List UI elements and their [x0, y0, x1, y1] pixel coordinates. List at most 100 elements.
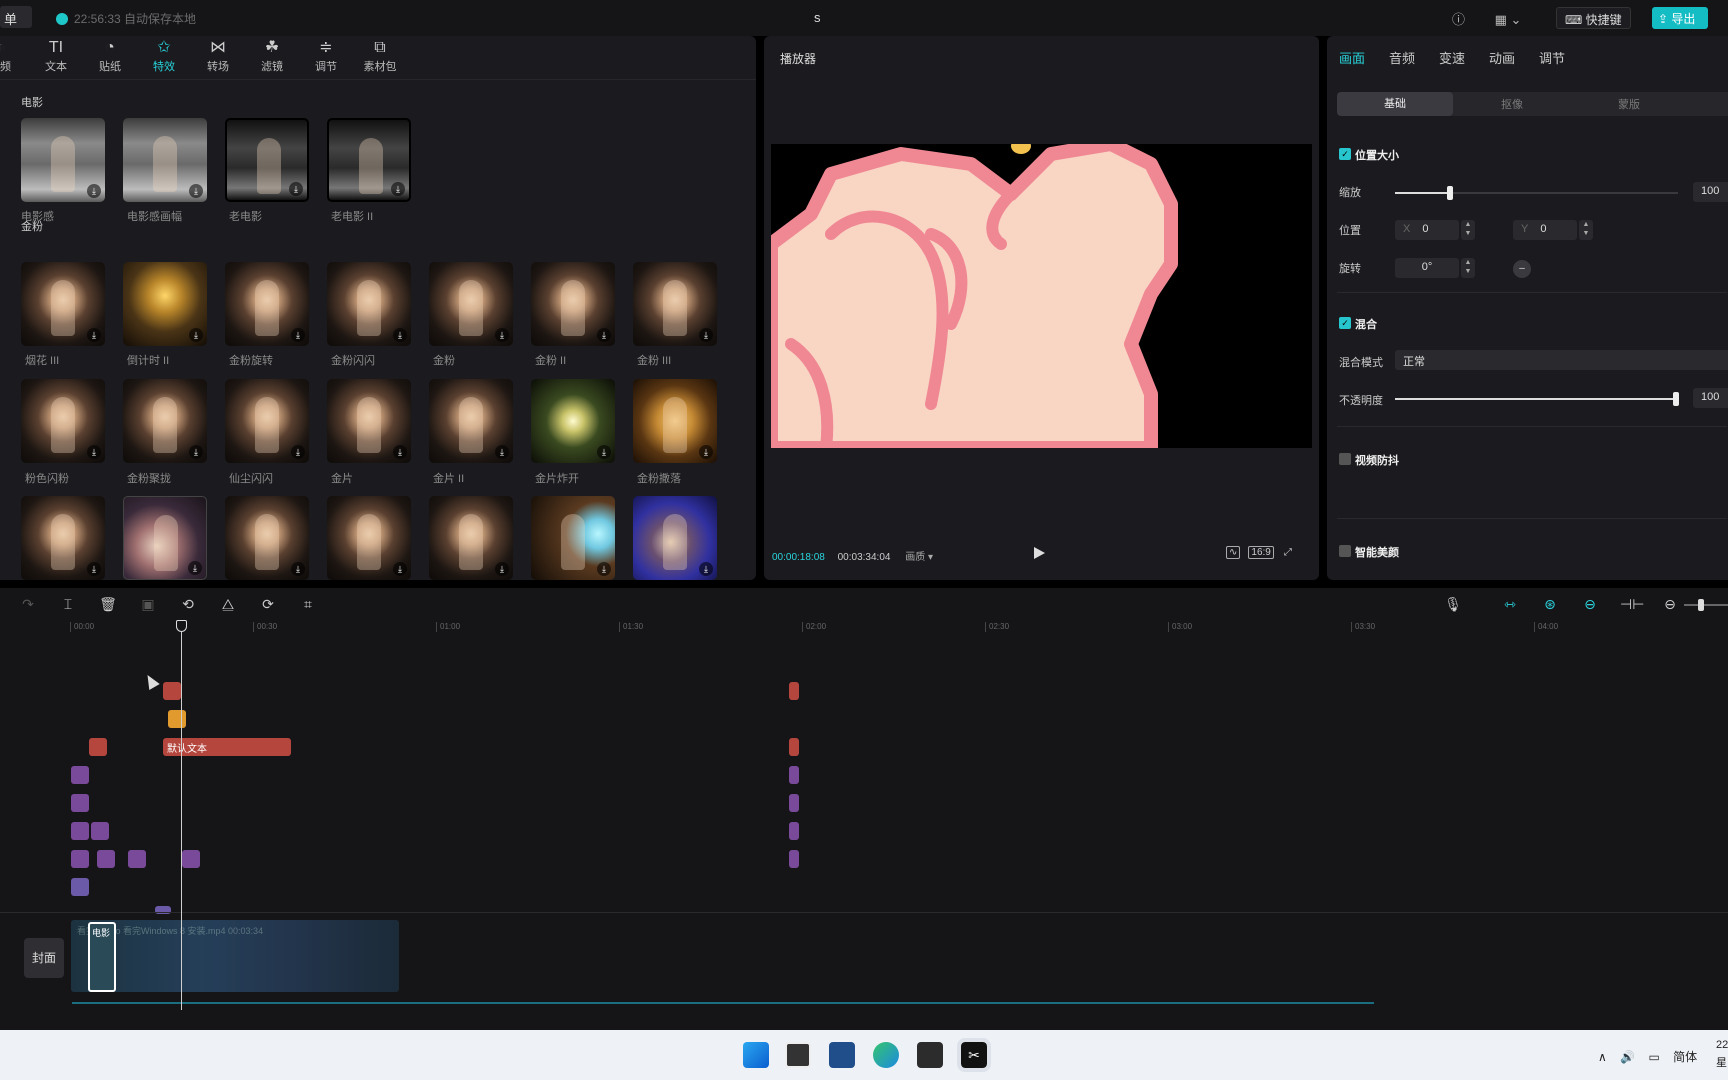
scale-input[interactable]: 100 — [1693, 182, 1728, 202]
tab-animation[interactable]: 动画 — [1489, 48, 1515, 67]
zoom-out-icon[interactable]: ⊖ — [1660, 594, 1680, 614]
timeline-clip[interactable] — [89, 738, 107, 756]
effect-clip[interactable] — [71, 850, 89, 868]
opacity-input[interactable]: 100 — [1693, 388, 1728, 408]
download-icon[interactable]: ⤓ — [189, 328, 203, 342]
tab-transition[interactable]: ⋈ 转场 — [194, 38, 242, 74]
download-icon[interactable]: ⤓ — [87, 184, 101, 198]
effect-thumb[interactable]: ⤓ — [21, 262, 105, 346]
download-icon[interactable]: ⤓ — [87, 562, 101, 576]
download-icon[interactable]: ⤓ — [393, 445, 407, 459]
magnet-icon[interactable]: ⇿ — [1500, 594, 1520, 614]
download-icon[interactable]: ⤓ — [597, 328, 611, 342]
playhead[interactable] — [181, 620, 182, 1010]
effect-thumb[interactable]: ⤓ — [633, 262, 717, 346]
timeline-clip[interactable] — [789, 682, 799, 700]
effect-thumb[interactable]: ⤓ — [429, 496, 513, 580]
preview-canvas[interactable] — [771, 144, 1312, 448]
preview-axis-icon[interactable]: ⊣⊢ — [1620, 594, 1644, 614]
task-view-icon[interactable] — [785, 1042, 811, 1068]
timeline-clip[interactable] — [163, 682, 181, 700]
download-icon[interactable]: ⤓ — [189, 184, 203, 198]
main-video-clip[interactable]: 看完Windo 看完Windows 8 安装.mp4 00:03:34 — [71, 920, 399, 992]
download-icon[interactable]: ⤓ — [189, 445, 203, 459]
blend-checkbox[interactable]: ✓ — [1339, 317, 1351, 329]
effect-thumb[interactable]: ⤓ — [225, 379, 309, 463]
download-icon[interactable]: ⤓ — [699, 328, 713, 342]
redo-icon[interactable]: ↷ — [18, 594, 38, 614]
quality-dropdown[interactable]: 画质 ▾ — [905, 552, 933, 563]
download-icon[interactable]: ⤓ — [495, 445, 509, 459]
effect-thumb[interactable]: ⤓ — [21, 496, 105, 580]
ratio-button[interactable]: 16:9 — [1248, 546, 1274, 559]
rotate-icon[interactable]: ⟳ — [258, 594, 278, 614]
effect-thumb[interactable]: ⤓ — [633, 379, 717, 463]
effect-thumb[interactable]: ⤓ — [225, 262, 309, 346]
effect-thumb[interactable]: ⤓ — [633, 496, 717, 580]
layout-icon[interactable]: ▦ ⌄ — [1495, 12, 1522, 27]
download-icon[interactable]: ⤓ — [291, 328, 305, 342]
crop-icon[interactable]: ⌗ — [298, 594, 318, 614]
mirror-icon[interactable]: ⧋ — [218, 594, 238, 614]
download-icon[interactable]: ⤓ — [289, 182, 303, 196]
position-y-stepper[interactable]: ▲ ▼ — [1579, 220, 1593, 240]
zoom-slider[interactable] — [1684, 599, 1728, 611]
download-icon[interactable]: ⤓ — [291, 445, 305, 459]
opacity-slider[interactable] — [1395, 392, 1679, 406]
download-icon[interactable]: ⤓ — [391, 182, 405, 196]
split-icon[interactable]: ⌶ — [58, 594, 78, 614]
effect-thumb[interactable]: ⤓ — [327, 496, 411, 580]
effect-clip[interactable] — [91, 822, 109, 840]
waveform-icon[interactable]: ∿ — [1226, 546, 1241, 559]
clock[interactable]: 22 星 — [1716, 1036, 1728, 1072]
stabilize-checkbox[interactable] — [1339, 453, 1351, 465]
effect-thumb[interactable]: ⤓ — [123, 379, 207, 463]
download-icon[interactable]: ⤓ — [495, 562, 509, 576]
effect-thumb[interactable]: ⤓ — [225, 118, 309, 202]
tab-asset-pack[interactable]: ⧉ 素材包 — [356, 38, 404, 74]
effect-clip[interactable] — [71, 766, 89, 784]
cover-button[interactable]: 封面 — [24, 938, 64, 978]
position-y-input[interactable]: Y0 — [1513, 220, 1577, 240]
effect-clip[interactable] — [789, 822, 799, 840]
effect-thumb[interactable]: ⤓ — [531, 379, 615, 463]
effect-clip[interactable] — [97, 850, 115, 868]
selected-clip[interactable]: 电影 — [88, 922, 116, 992]
edge-browser-icon[interactable] — [873, 1042, 899, 1068]
shortcut-button[interactable]: ⌨ 快捷键 — [1556, 7, 1631, 29]
effect-thumb[interactable]: ⤓ — [123, 262, 207, 346]
timeline[interactable]: 00:00 00:30 01:00 01:30 02:00 02:30 03:0… — [0, 620, 1728, 1030]
tab-text[interactable]: TI 文本 — [32, 38, 80, 74]
download-icon[interactable]: ⤓ — [393, 562, 407, 576]
effect-thumb[interactable]: ⤓ — [21, 118, 105, 202]
rotate-dial-icon[interactable]: – — [1513, 260, 1531, 278]
scale-slider-knob[interactable] — [1447, 186, 1453, 200]
tab-effects[interactable]: ✩ 特效 — [140, 38, 188, 74]
effect-thumb[interactable]: ⤓ — [327, 379, 411, 463]
zoom-slider-knob[interactable] — [1698, 599, 1704, 611]
tab-adjust[interactable]: ≑ 调节 — [302, 38, 350, 74]
microphone-icon[interactable]: 🎙 — [1443, 594, 1463, 614]
tab-filter[interactable]: ☘ 滤镜 — [248, 38, 296, 74]
position-size-checkbox[interactable]: ✓ — [1339, 148, 1351, 160]
blend-mode-select[interactable]: 正常 — [1395, 350, 1728, 370]
effect-thumb[interactable]: ⤓ — [531, 262, 615, 346]
effect-thumb[interactable]: ⤓ — [225, 496, 309, 580]
fullscreen-icon[interactable]: ⤢ — [1282, 547, 1294, 558]
link-icon[interactable]: ⊖ — [1580, 594, 1600, 614]
effect-clip[interactable] — [789, 850, 799, 868]
effect-clip[interactable] — [71, 794, 89, 812]
subtab-mask[interactable]: 蒙版 — [1618, 96, 1640, 112]
timeline-clip[interactable] — [789, 738, 799, 756]
volume-icon[interactable]: 🔊 — [1620, 1050, 1635, 1064]
opacity-slider-knob[interactable] — [1673, 392, 1679, 406]
capcut-app-icon[interactable]: ✂ — [957, 1038, 991, 1072]
widgets-icon[interactable] — [829, 1042, 855, 1068]
effect-thumb[interactable]: ⤓ — [531, 496, 615, 580]
tab-speed[interactable]: 变速 — [1439, 48, 1465, 67]
tab-adjust[interactable]: 调节 — [1539, 48, 1565, 67]
export-button[interactable]: ⇪ 导出 — [1652, 7, 1708, 29]
tab-audio[interactable]: 音频 — [1389, 48, 1415, 67]
rotate-stepper[interactable]: ▲ ▼ — [1461, 258, 1475, 278]
effect-clip[interactable] — [128, 850, 146, 868]
